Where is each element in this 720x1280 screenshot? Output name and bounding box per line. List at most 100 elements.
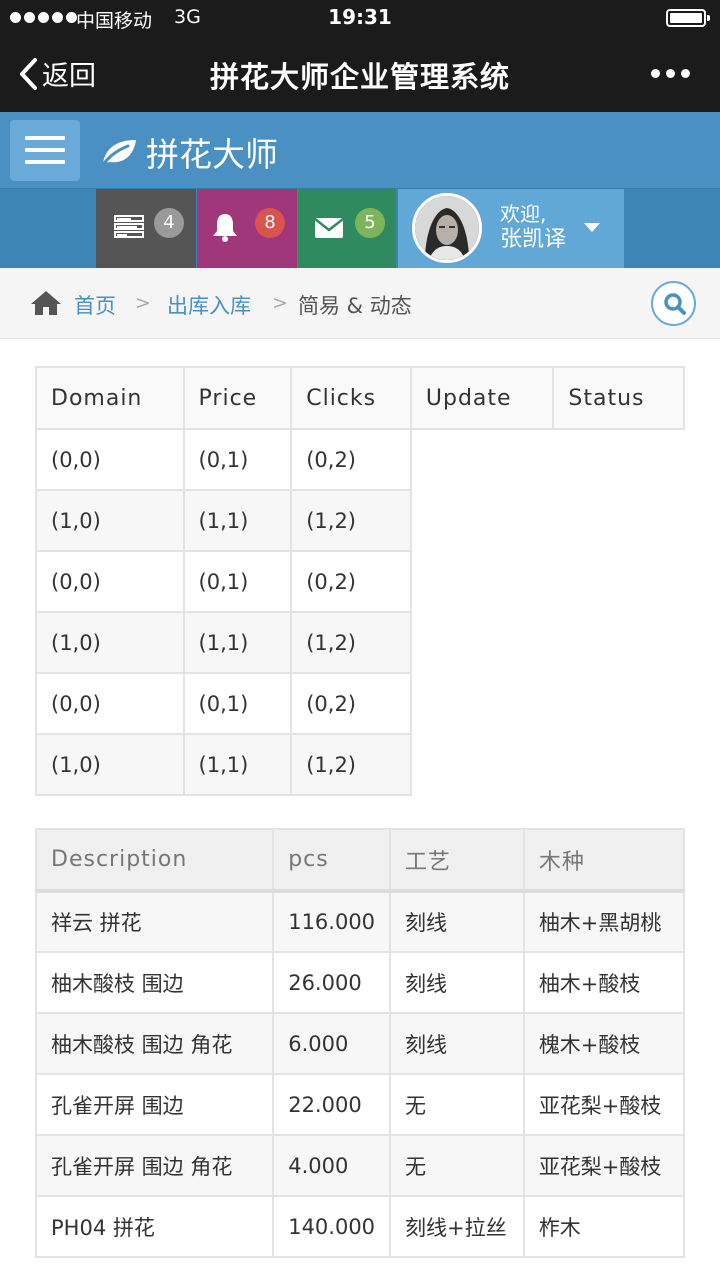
search-button[interactable] bbox=[651, 281, 696, 326]
welcome-text: 欢迎, 张凯译 bbox=[500, 201, 566, 253]
empty-cell bbox=[410, 551, 684, 612]
battery-icon bbox=[666, 9, 710, 27]
table-cell: (1,0) bbox=[35, 733, 185, 796]
top-navigation-bar: 返回 拼花大师企业管理系统 bbox=[0, 36, 720, 112]
table-cell: (0,1) bbox=[182, 428, 293, 491]
table-cell: 祥云 拼花 bbox=[34, 890, 275, 953]
products-table: Description pcs 工艺 木种 祥云 拼花 116.000 刻线 柚… bbox=[34, 828, 686, 1258]
table-cell: (0,1) bbox=[182, 672, 293, 735]
table-cell: PH04 拼花 bbox=[34, 1195, 275, 1258]
table-cell: 亚花梨+酸枝 bbox=[522, 1134, 686, 1197]
table-header-row: Domain Price Clicks Update Status bbox=[35, 366, 685, 430]
page-title: 拼花大师企业管理系统 bbox=[209, 60, 510, 94]
caret-down-icon bbox=[584, 223, 600, 232]
breadcrumb: 首页 > 出库入库 > 简易 & 动态 bbox=[0, 268, 720, 339]
empty-cell bbox=[410, 429, 684, 490]
table-cell: (0,0) bbox=[35, 550, 185, 613]
table-cell: (0,2) bbox=[290, 428, 412, 491]
table-cell: 116.000 bbox=[272, 890, 392, 953]
notifications-button[interactable]: 8 bbox=[197, 189, 297, 268]
table-cell: (1,1) bbox=[182, 733, 293, 796]
table-cell: 无 bbox=[389, 1134, 525, 1197]
welcome-label: 欢迎, bbox=[500, 202, 547, 226]
user-menu[interactable]: 欢迎, 张凯译 bbox=[398, 189, 624, 268]
breadcrumb-home[interactable]: 首页 bbox=[74, 290, 116, 320]
table-row[interactable]: 柚木酸枝 围边 26.000 刻线 柚木+酸枝 bbox=[34, 951, 686, 1014]
table-cell: 刻线+拉丝 bbox=[389, 1195, 525, 1258]
user-name: 张凯译 bbox=[500, 227, 567, 252]
envelope-icon bbox=[314, 218, 344, 238]
column-header[interactable]: Price bbox=[182, 366, 293, 430]
leaf-icon bbox=[100, 140, 136, 167]
column-header[interactable]: Update bbox=[409, 366, 555, 430]
table-row[interactable]: PH04 拼花 140.000 刻线+拉丝 柞木 bbox=[34, 1195, 686, 1258]
column-header[interactable]: Status bbox=[552, 366, 685, 430]
table-cell: (1,2) bbox=[290, 489, 412, 552]
table-cell: (0,1) bbox=[182, 550, 293, 613]
table-cell: (1,0) bbox=[35, 489, 185, 552]
search-icon bbox=[664, 293, 686, 315]
table-row[interactable]: 孔雀开屏 围边 角花 4.000 无 亚花梨+酸枝 bbox=[34, 1134, 686, 1197]
brand[interactable]: 拼花大师 bbox=[100, 128, 278, 176]
avatar bbox=[412, 193, 482, 263]
column-header[interactable]: Domain bbox=[35, 366, 185, 430]
table-cell: (0,0) bbox=[35, 428, 185, 491]
table-cell: (1,2) bbox=[290, 611, 412, 674]
table-row: (1,0) (1,1) (1,2) bbox=[35, 489, 684, 552]
table-row[interactable]: 祥云 拼花 116.000 刻线 柚木+黑胡桃 bbox=[34, 890, 686, 953]
table-row: (0,0) (0,1) (0,2) bbox=[35, 428, 684, 491]
table-cell: (1,1) bbox=[182, 611, 293, 674]
notifications-count-badge: 8 bbox=[255, 208, 285, 238]
column-header[interactable]: Clicks bbox=[290, 366, 412, 430]
hamburger-menu-button[interactable] bbox=[10, 120, 80, 181]
breadcrumb-section[interactable]: 出库入库 bbox=[167, 290, 251, 320]
more-options-icon[interactable] bbox=[651, 69, 690, 78]
table-row: (1,0) (1,1) (1,2) bbox=[35, 733, 684, 796]
bell-icon bbox=[213, 214, 237, 242]
table-cell: 柚木酸枝 围边 bbox=[34, 951, 275, 1014]
column-header[interactable]: Description bbox=[34, 828, 275, 893]
tasks-button[interactable]: 4 bbox=[96, 189, 196, 268]
column-header[interactable]: 木种 bbox=[522, 828, 686, 893]
empty-cell bbox=[410, 734, 684, 795]
table-cell: 亚花梨+酸枝 bbox=[522, 1073, 686, 1136]
table-row: (1,0) (1,1) (1,2) bbox=[35, 611, 684, 674]
table-cell: 柚木酸枝 围边 角花 bbox=[34, 1012, 275, 1075]
brand-name: 拼花大师 bbox=[146, 135, 278, 174]
breadcrumb-separator: > bbox=[135, 292, 151, 314]
table-cell: 柞木 bbox=[522, 1195, 686, 1258]
table-cell: 4.000 bbox=[272, 1134, 392, 1197]
table-row: (0,0) (0,1) (0,2) bbox=[35, 550, 684, 613]
table-cell: (0,2) bbox=[290, 550, 412, 613]
empty-cell bbox=[410, 490, 684, 551]
table-row[interactable]: 柚木酸枝 围边 角花 6.000 刻线 槐木+酸枝 bbox=[34, 1012, 686, 1075]
table-cell: 柚木+黑胡桃 bbox=[522, 890, 686, 953]
table-cell: 140.000 bbox=[272, 1195, 392, 1258]
column-header[interactable]: pcs bbox=[272, 828, 392, 893]
table-cell: 刻线 bbox=[389, 890, 525, 953]
breadcrumb-current: 简易 & 动态 bbox=[298, 294, 412, 318]
table-cell: 柚木+酸枝 bbox=[522, 951, 686, 1014]
table-cell: 刻线 bbox=[389, 1012, 525, 1075]
table-cell: (0,2) bbox=[290, 672, 412, 735]
clock: 19:31 bbox=[328, 5, 392, 29]
table-cell: 无 bbox=[389, 1073, 525, 1136]
table-cell: 6.000 bbox=[272, 1012, 392, 1075]
home-icon bbox=[31, 291, 61, 315]
table-cell: 刻线 bbox=[389, 951, 525, 1014]
tasks-count-badge: 4 bbox=[154, 208, 184, 238]
table-cell: 26.000 bbox=[272, 951, 392, 1014]
table-cell: (1,2) bbox=[290, 733, 412, 796]
empty-cell bbox=[410, 673, 684, 734]
column-header[interactable]: 工艺 bbox=[389, 828, 525, 893]
app-header: 拼花大师 bbox=[0, 112, 720, 189]
messages-count-badge: 5 bbox=[355, 208, 385, 238]
table-cell: 22.000 bbox=[272, 1073, 392, 1136]
messages-button[interactable]: 5 bbox=[298, 189, 396, 268]
empty-cell bbox=[410, 612, 684, 673]
table-cell: (0,0) bbox=[35, 672, 185, 735]
table-header-row: Description pcs 工艺 木种 bbox=[34, 828, 686, 893]
breadcrumb-separator: > bbox=[272, 292, 288, 314]
table-row[interactable]: 孔雀开屏 围边 22.000 无 亚花梨+酸枝 bbox=[34, 1073, 686, 1136]
tasks-icon bbox=[114, 215, 144, 238]
